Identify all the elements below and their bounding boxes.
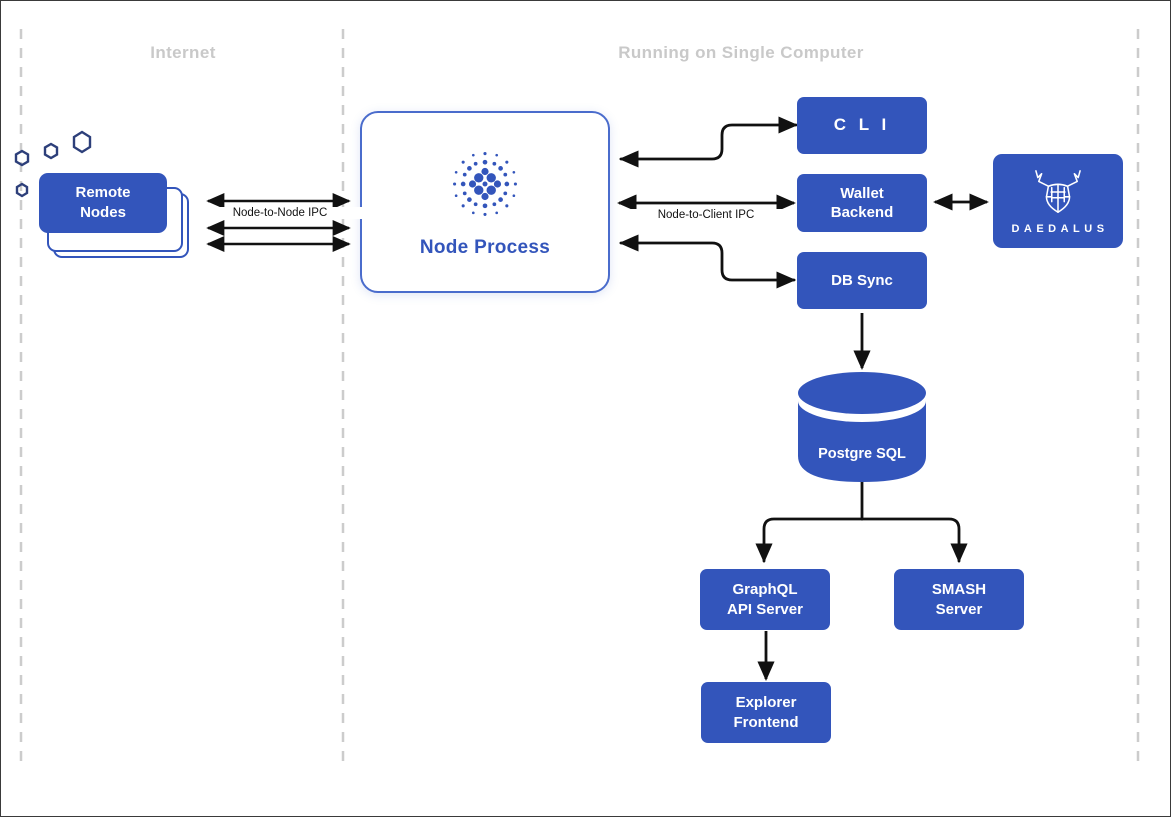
hexagon-icon-tiny xyxy=(15,182,29,198)
cardano-logo xyxy=(453,152,517,216)
hexagon-icon-small xyxy=(14,149,30,167)
node-to-node-ipc-label: Node-to-Node IPC xyxy=(197,207,363,219)
cli-label: C L I xyxy=(833,115,891,135)
zone-header-internet: Internet xyxy=(150,43,216,62)
explorer-label-line2: Frontend xyxy=(733,713,799,731)
wallet-backend-label-line2: Backend xyxy=(830,204,894,221)
remote-nodes-label-line2: Nodes xyxy=(80,204,126,221)
hexagon-icon-medium xyxy=(43,142,59,160)
arrow-node-to-cli xyxy=(619,116,798,168)
daedalus-label: DAEDALUS xyxy=(1011,223,1109,235)
service-box-db-sync[interactable]: DB Sync xyxy=(797,252,927,309)
graphql-label-line2: API Server xyxy=(727,600,803,618)
wallet-backend-label-line1: Wallet xyxy=(840,184,884,202)
cylinder-top xyxy=(798,372,926,414)
service-box-graphql-api-server[interactable]: GraphQL API Server xyxy=(700,569,830,630)
service-box-explorer-frontend[interactable]: Explorer Frontend xyxy=(701,682,831,743)
cylinder-body xyxy=(798,401,926,482)
arrow-postgres-to-smash xyxy=(860,517,968,563)
cylinder-gap xyxy=(798,380,926,422)
architecture-diagram: Internet Running on Single Computer Remo… xyxy=(0,0,1171,817)
node-process-label: Node Process xyxy=(419,237,551,258)
smash-label-line1: SMASH xyxy=(931,581,987,598)
arrow-node-to-dbsync xyxy=(619,234,796,289)
postgres-branch-arrows xyxy=(755,480,968,563)
service-box-smash-server[interactable]: SMASH Server xyxy=(894,569,1024,630)
service-box-wallet-backend[interactable]: Wallet Backend xyxy=(797,174,927,232)
postgres-database-cylinder[interactable] xyxy=(798,372,926,482)
remote-nodes-card[interactable]: Remote Nodes xyxy=(39,173,167,233)
zone-header-single-computer: Running on Single Computer xyxy=(618,43,864,62)
daedalus-bull-icon xyxy=(1035,170,1081,213)
explorer-label-line1: Explorer xyxy=(735,694,797,711)
node-to-client-ipc-label: Node-to-Client IPC xyxy=(623,209,789,221)
node-process-box[interactable]: Node Process xyxy=(360,111,610,293)
db-sync-label: DB Sync xyxy=(831,271,893,289)
arrow-postgres-to-graphql xyxy=(755,517,864,563)
daedalus-box[interactable]: DAEDALUS xyxy=(993,154,1123,248)
hexagon-icon-large xyxy=(72,130,92,154)
remote-nodes-label-line1: Remote xyxy=(75,183,131,201)
postgres-label: Postgre SQL xyxy=(818,446,906,462)
service-box-cli[interactable]: C L I xyxy=(797,97,927,154)
smash-label-line2: Server xyxy=(935,600,983,618)
graphql-label-line1: GraphQL xyxy=(732,581,798,598)
